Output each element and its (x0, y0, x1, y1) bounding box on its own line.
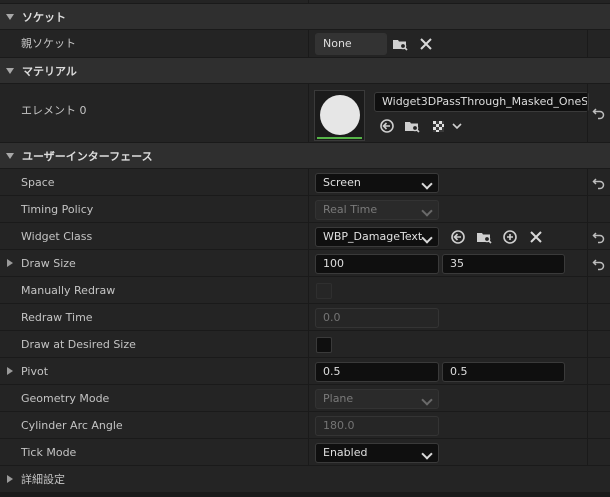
collapse-arrow-icon[interactable] (6, 152, 14, 159)
reset-to-default-icon[interactable] (592, 230, 606, 244)
cylinder-arc-angle-input: 180.0 (315, 416, 439, 436)
property-label: Manually Redraw (21, 284, 116, 297)
widget-class-dropdown[interactable]: WBP_DamageText (315, 227, 439, 247)
category-socket[interactable]: ソケット (0, 4, 610, 30)
timing-policy-dropdown: Real Time (315, 200, 439, 220)
chevron-down-icon (421, 178, 433, 190)
reset-to-default-icon[interactable] (592, 106, 606, 120)
chevron-down-icon (421, 205, 433, 217)
property-label: 親ソケット (21, 37, 76, 50)
row-redraw-time: Redraw Time 0.0 (0, 304, 610, 331)
property-label: Space (21, 176, 55, 189)
clear-icon[interactable] (528, 229, 544, 245)
material-asset-field[interactable]: Widget3DPassThrough_Masked_OneSided (374, 92, 589, 112)
row-pivot: Pivot 0.5 0.5 (0, 358, 610, 385)
category-user-interface[interactable]: ユーザーインターフェース (0, 143, 610, 169)
space-dropdown[interactable]: Screen (315, 173, 439, 193)
tick-mode-dropdown[interactable]: Enabled (315, 443, 439, 463)
property-label: Geometry Mode (21, 392, 110, 405)
row-manually-redraw: Manually Redraw (0, 277, 610, 304)
reset-to-default-icon[interactable] (592, 176, 606, 190)
draw-size-x-input[interactable]: 100 (315, 254, 439, 274)
property-label: Tick Mode (21, 446, 77, 459)
draw-size-y-input[interactable]: 35 (442, 254, 565, 274)
row-tick-mode: Tick Mode Enabled (0, 439, 610, 466)
row-cylinder-arc-angle: Cylinder Arc Angle 180.0 (0, 412, 610, 439)
reset-to-default-icon[interactable] (592, 257, 606, 271)
pivot-y-input[interactable]: 0.5 (442, 362, 565, 382)
draw-at-desired-size-checkbox[interactable] (316, 337, 332, 353)
expand-arrow-icon[interactable] (7, 367, 13, 375)
chevron-down-icon (421, 448, 433, 460)
chevron-down-icon[interactable] (451, 120, 463, 132)
row-draw-at-desired-size: Draw at Desired Size (0, 331, 610, 358)
chevron-down-icon (421, 394, 433, 406)
dropdown-value: WBP_DamageText (323, 230, 423, 243)
category-material[interactable]: マテリアル (0, 58, 610, 84)
property-label: Widget Class (21, 230, 93, 243)
property-label: Draw Size (21, 257, 76, 270)
use-selected-asset-icon[interactable] (379, 118, 395, 134)
row-element-0: エレメント 0 Widget3DPassThrough_Masked_OneSi… (0, 84, 610, 143)
redraw-time-input: 0.0 (315, 308, 439, 328)
property-label: Cylinder Arc Angle (21, 419, 123, 432)
pivot-x-input[interactable]: 0.5 (315, 362, 439, 382)
manually-redraw-checkbox (316, 283, 332, 299)
expand-arrow-icon[interactable] (7, 475, 13, 483)
parent-socket-field[interactable]: None (315, 33, 387, 55)
collapse-arrow-icon[interactable] (6, 13, 14, 20)
row-advanced[interactable]: 詳細設定 (0, 466, 610, 493)
browse-asset-icon[interactable] (404, 118, 420, 134)
row-parent-socket: 親ソケット None (0, 30, 610, 58)
material-thumbnail[interactable] (314, 90, 365, 141)
category-title: ユーザーインターフェース (22, 149, 153, 163)
dropdown-value: Screen (323, 176, 361, 189)
property-label: Pivot (21, 365, 49, 378)
add-new-icon[interactable] (502, 229, 518, 245)
use-selected-asset-icon[interactable] (450, 229, 466, 245)
collapse-arrow-icon[interactable] (6, 67, 14, 74)
property-label: Redraw Time (21, 311, 93, 324)
material-preview-sphere (320, 95, 360, 135)
property-label: エレメント 0 (21, 104, 87, 117)
dropdown-value: Plane (323, 392, 354, 405)
geometry-mode-dropdown: Plane (315, 389, 439, 409)
row-timing-policy: Timing Policy Real Time (0, 196, 610, 223)
row-draw-size: Draw Size 100 35 (0, 250, 610, 277)
dropdown-value: Real Time (323, 203, 378, 216)
browse-socket-icon[interactable] (392, 36, 408, 52)
property-label: Draw at Desired Size (21, 338, 136, 351)
dropdown-value: Enabled (323, 446, 368, 459)
clear-icon[interactable] (418, 36, 434, 52)
checker-pattern-icon[interactable] (431, 118, 447, 134)
browse-asset-icon[interactable] (476, 229, 492, 245)
property-label: Timing Policy (21, 203, 94, 216)
details-panel: ソケット 親ソケット None マテリアル エレメント 0 Widget3DPa… (0, 0, 610, 497)
expand-arrow-icon[interactable] (7, 259, 13, 267)
category-title: ソケット (22, 10, 66, 24)
row-widget-class: Widget Class WBP_DamageText (0, 223, 610, 250)
chevron-down-icon (421, 232, 433, 244)
property-label: 詳細設定 (21, 473, 65, 486)
row-geometry-mode: Geometry Mode Plane (0, 385, 610, 412)
category-title: マテリアル (22, 64, 77, 78)
row-space: Space Screen (0, 169, 610, 196)
thumbnail-underline (317, 137, 362, 139)
